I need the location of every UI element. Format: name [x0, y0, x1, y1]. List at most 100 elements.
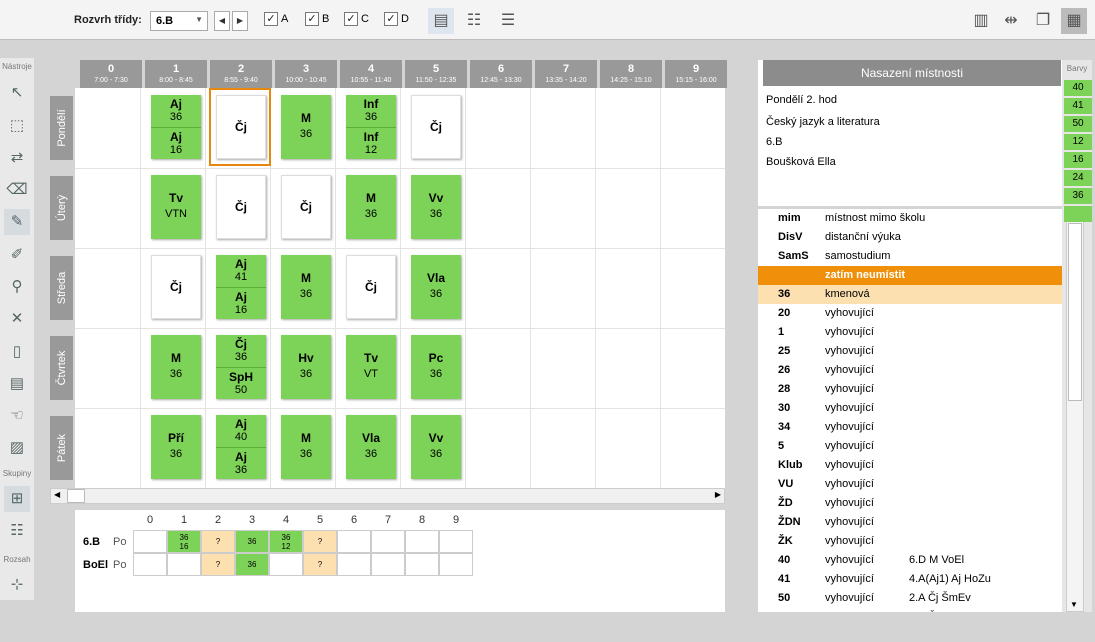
overview-cell[interactable]: 36 16 — [167, 530, 201, 553]
overview-cell[interactable] — [133, 530, 167, 553]
overview-cell[interactable] — [439, 530, 473, 553]
horizontal-scrollbar[interactable]: ◀ ▶ — [50, 488, 725, 504]
overview-cell[interactable] — [167, 553, 201, 576]
lesson-card[interactable]: Pří 36 — [151, 415, 201, 479]
hand-icon[interactable]: ☜ — [4, 403, 30, 429]
room-row[interactable]: 40 vyhovující 6.D M VoEl — [758, 551, 1062, 570]
room-row[interactable]: DisV distanční výuka — [758, 228, 1062, 247]
scroll-thumb-vertical[interactable] — [1068, 223, 1082, 401]
lesson-half[interactable]: SpH 50 — [216, 367, 266, 399]
lesson-card[interactable]: M 36 — [281, 255, 331, 319]
lesson-card[interactable]: Aj 41 Aj 16 — [216, 255, 266, 319]
lesson-card[interactable]: Čj — [216, 175, 266, 239]
overview-cell[interactable]: ? — [201, 530, 235, 553]
room-row[interactable]: zatím neumístit — [758, 266, 1062, 285]
overview-cell[interactable] — [371, 553, 405, 576]
lesson-card[interactable]: Čj 36 SpH 50 — [216, 335, 266, 399]
room-row[interactable]: 25 vyhovující — [758, 342, 1062, 361]
lesson-card[interactable]: M 36 — [346, 175, 396, 239]
checkbox-a[interactable]: ✓ A — [264, 12, 288, 26]
overview-cell[interactable] — [337, 553, 371, 576]
lesson-card[interactable]: Pc 36 — [411, 335, 461, 399]
overview-cell[interactable]: 36 12 — [269, 530, 303, 553]
room-row[interactable]: ŽK vyhovující — [758, 532, 1062, 551]
lesson-card[interactable]: Hv 36 — [281, 335, 331, 399]
room-row[interactable]: VU vyhovující — [758, 475, 1062, 494]
color-item[interactable]: 12 — [1064, 134, 1092, 150]
range-icon[interactable]: ⊹ — [4, 572, 30, 598]
prev-class-button[interactable]: ◀ — [214, 11, 230, 31]
overview-cell[interactable] — [337, 530, 371, 553]
overview-cell[interactable]: 36 — [235, 530, 269, 553]
room-row[interactable]: 28 vyhovující — [758, 380, 1062, 399]
split-view-icon[interactable]: ⇹ — [998, 8, 1024, 34]
lesson-card[interactable]: Čj — [411, 95, 461, 159]
lesson-half[interactable]: Inf 12 — [346, 127, 396, 159]
scroll-down-icon[interactable]: ▼ — [1070, 600, 1078, 609]
overview-cell[interactable] — [405, 553, 439, 576]
lesson-card[interactable]: M 36 — [281, 95, 331, 159]
lesson-card[interactable]: Vla 36 — [411, 255, 461, 319]
view-print-icon[interactable]: ☰ — [495, 8, 521, 34]
grid-icon[interactable]: ▦ — [1061, 8, 1087, 34]
checkbox-c[interactable]: ✓ C — [344, 12, 369, 26]
lesson-half[interactable]: Aj 40 — [216, 415, 266, 447]
pin-icon[interactable]: ⚲ — [4, 274, 30, 300]
book-icon[interactable]: ❐ — [1030, 8, 1056, 34]
overview-cell[interactable] — [371, 530, 405, 553]
room-row[interactable]: 30 vyhovující — [758, 399, 1062, 418]
select-icon[interactable]: ⬚ — [4, 113, 30, 139]
room-row[interactable]: SamS samostudium — [758, 247, 1062, 266]
lesson-card[interactable]: Vv 36 — [411, 415, 461, 479]
lesson-half[interactable]: Inf 36 — [346, 95, 396, 127]
color-item[interactable]: 50 — [1064, 116, 1092, 132]
view-groups-icon[interactable]: ☷ — [461, 8, 487, 34]
overview-cell[interactable] — [439, 553, 473, 576]
lesson-card[interactable]: Čj — [281, 175, 331, 239]
edit-icon[interactable]: ✎ — [4, 209, 30, 235]
checkbox-d[interactable]: ✓ D — [384, 12, 409, 26]
overview-cell[interactable]: ? — [303, 553, 337, 576]
scroll-right-icon[interactable]: ▶ — [715, 490, 721, 499]
room-row[interactable]: 5 vyhovující — [758, 437, 1062, 456]
overview-cell[interactable] — [133, 553, 167, 576]
room-row[interactable]: 20 vyhovující — [758, 304, 1062, 323]
overview-cell[interactable]: ? — [201, 553, 235, 576]
room-row[interactable]: 34 vyhovující — [758, 418, 1062, 437]
lesson-card[interactable]: Čj — [151, 255, 201, 319]
edit-alt-icon[interactable]: ✐ — [4, 242, 30, 268]
overview-cell[interactable] — [269, 553, 303, 576]
room-row[interactable]: 12 vyhovující 1.A Čj PeK — [758, 608, 1062, 612]
page-icon[interactable]: ▯ — [4, 339, 30, 365]
class-select[interactable]: 6.B ▼ — [150, 11, 208, 31]
view-list-icon[interactable]: ▤ — [428, 8, 454, 34]
color-item[interactable]: 40 — [1064, 80, 1092, 96]
lesson-half[interactable]: Aj 16 — [151, 127, 201, 159]
lesson-card[interactable]: Inf 36 Inf 12 — [346, 95, 396, 159]
groups-icon[interactable]: ⊞ — [4, 486, 30, 512]
pointer-icon[interactable]: ↖ — [4, 80, 30, 106]
lesson-half[interactable]: Aj 16 — [216, 287, 266, 319]
lesson-card[interactable]: Vla 36 — [346, 415, 396, 479]
groups-alt-icon[interactable]: ☷ — [4, 518, 30, 544]
room-row[interactable]: 26 vyhovující — [758, 361, 1062, 380]
lesson-card[interactable]: Tv VTN — [151, 175, 201, 239]
room-row[interactable]: 41 vyhovující 4.A(Aj1) Aj HoZu — [758, 570, 1062, 589]
lesson-half[interactable]: Čj 36 — [216, 335, 266, 367]
lesson-card[interactable]: Aj 40 Aj 36 — [216, 415, 266, 479]
room-row[interactable]: mim místnost mimo školu — [758, 209, 1062, 228]
lesson-card[interactable]: Tv VT — [346, 335, 396, 399]
document-icon[interactable]: ▤ — [4, 371, 30, 397]
overview-cell[interactable]: 36 — [235, 553, 269, 576]
lesson-card[interactable]: Čj — [346, 255, 396, 319]
room-row[interactable]: 36 kmenová — [758, 285, 1062, 304]
room-row[interactable]: ŽDN vyhovující — [758, 513, 1062, 532]
lesson-half[interactable]: Aj 41 — [216, 255, 266, 287]
lesson-card[interactable]: Aj 36 Aj 16 — [151, 95, 201, 159]
color-item[interactable]: 24 — [1064, 170, 1092, 186]
scroll-thumb[interactable] — [67, 489, 85, 503]
color-item[interactable]: 16 — [1064, 152, 1092, 168]
scroll-left-icon[interactable]: ◀ — [54, 490, 60, 499]
lesson-half[interactable]: Aj 36 — [216, 447, 266, 479]
room-row[interactable]: 1 vyhovující — [758, 323, 1062, 342]
